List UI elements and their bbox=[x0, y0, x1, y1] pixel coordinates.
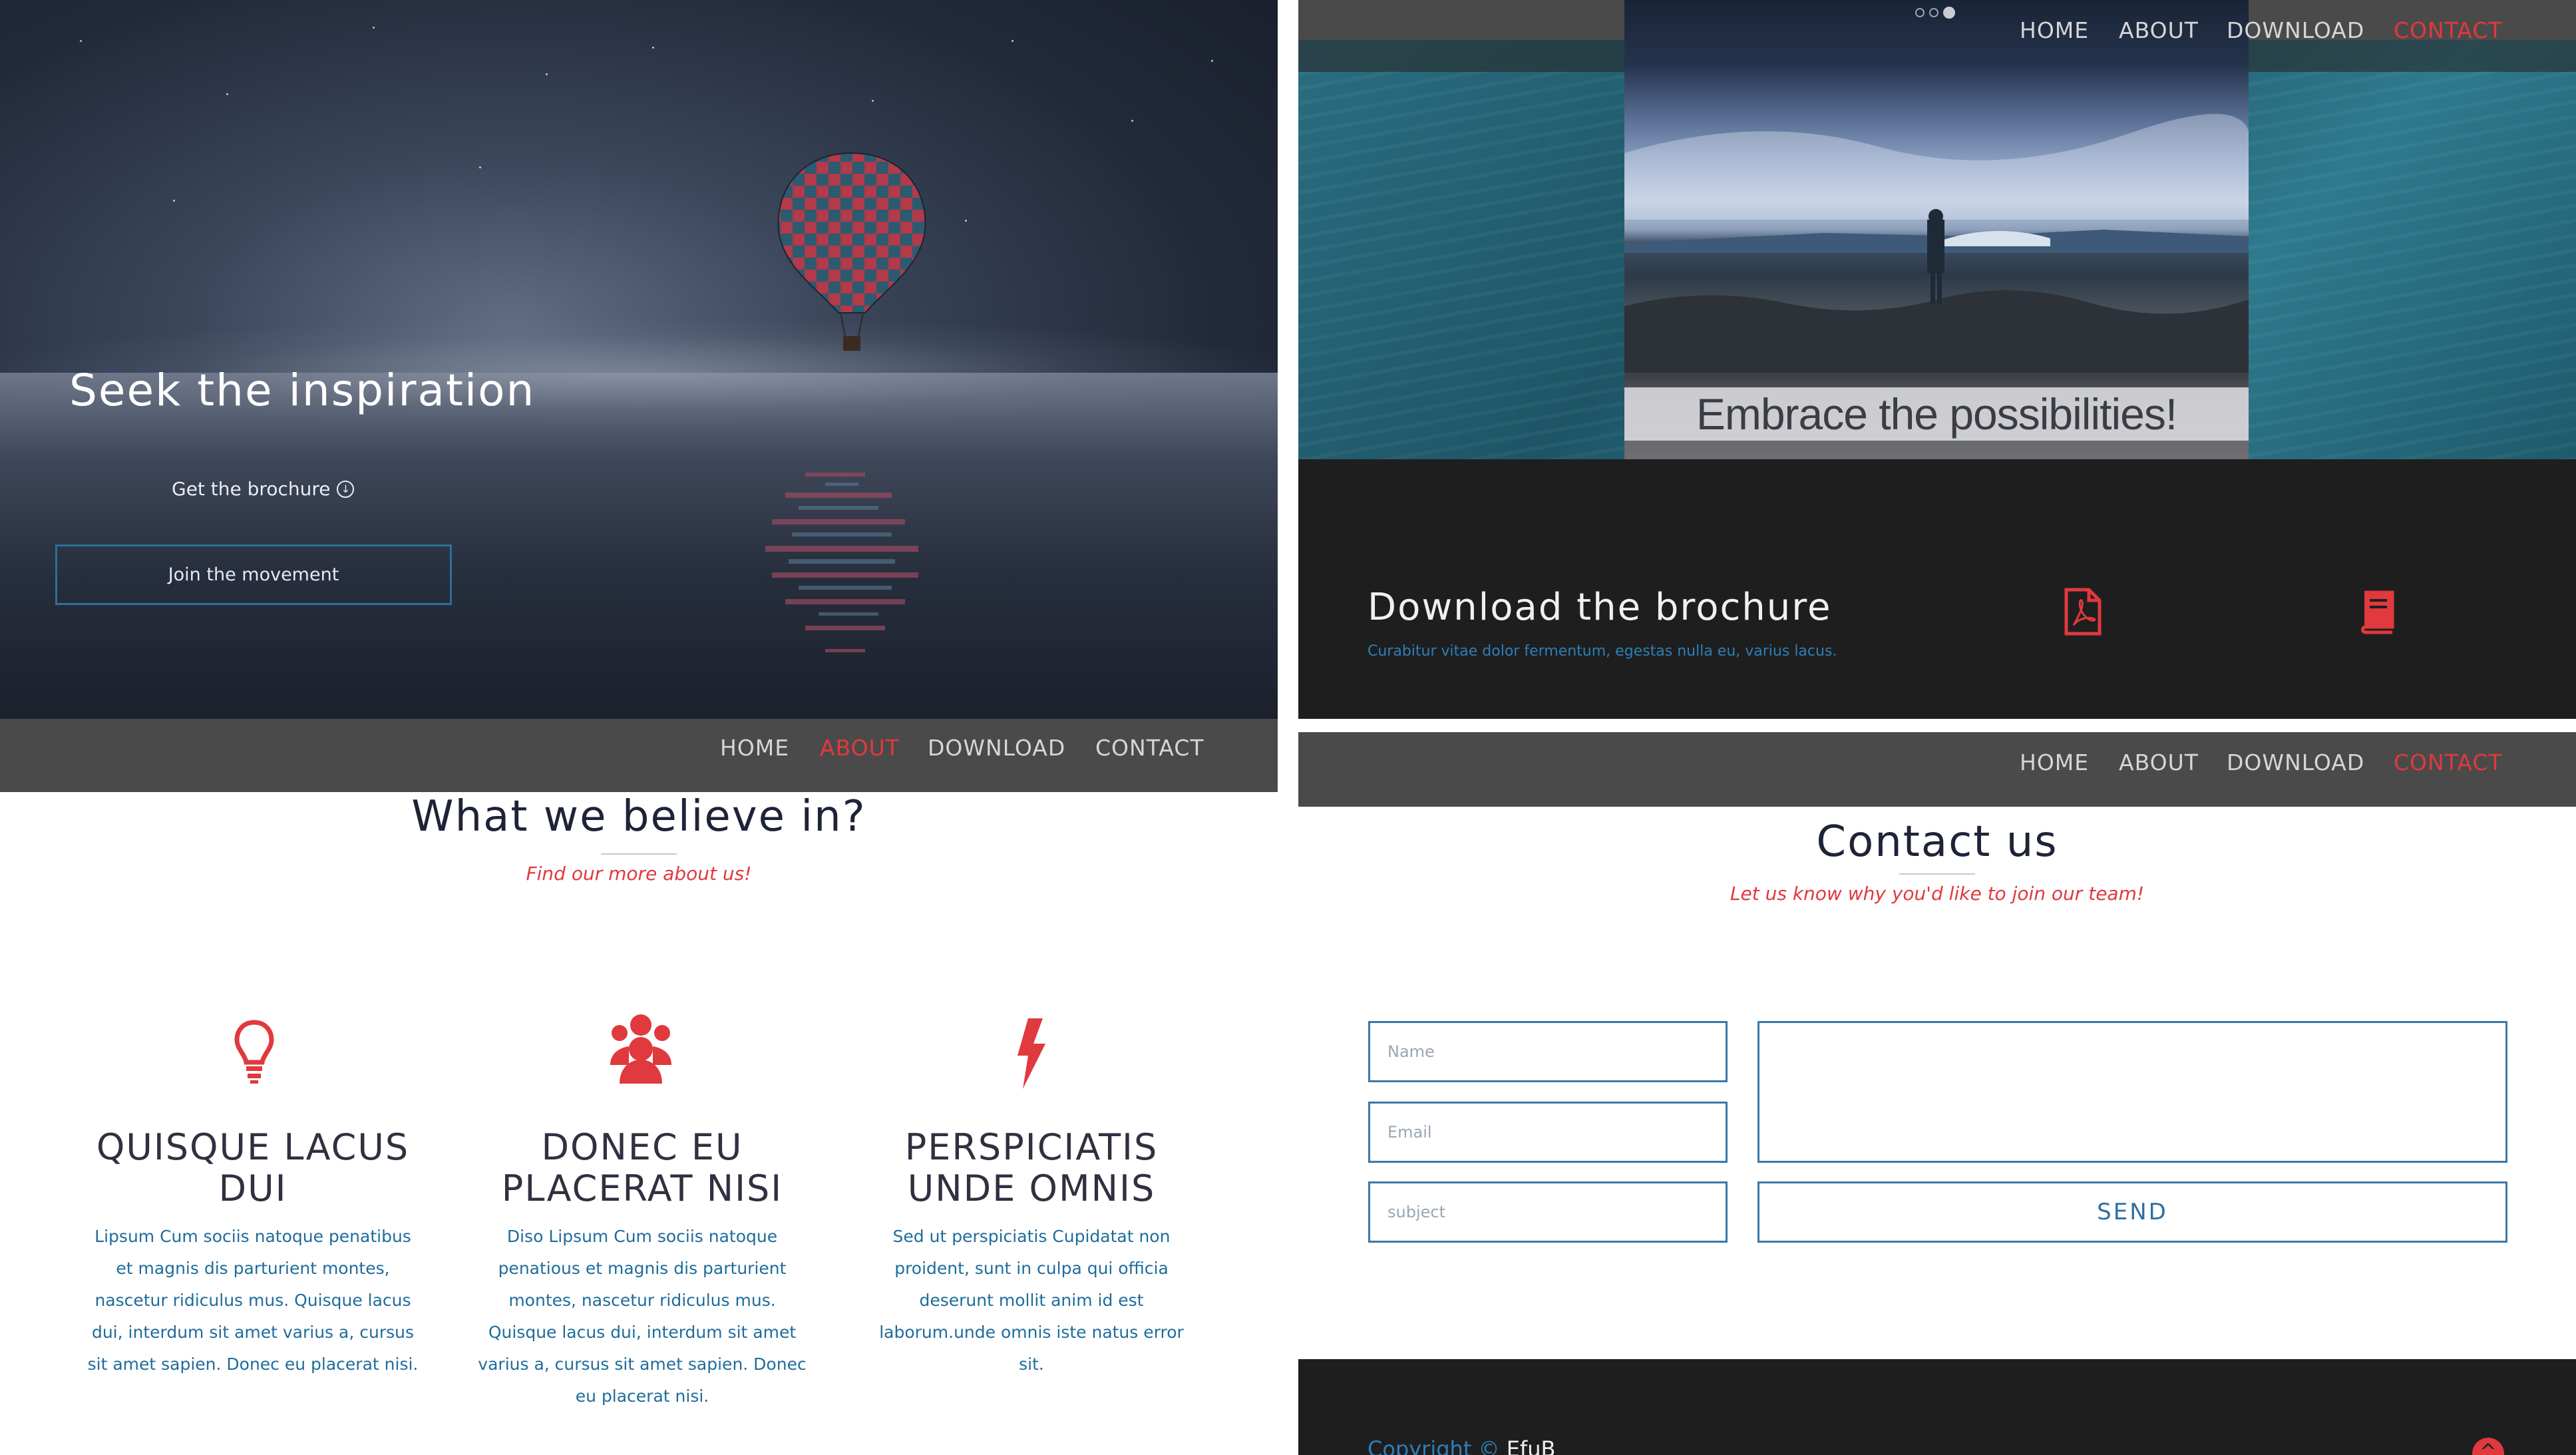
hot-air-balloon-image bbox=[777, 152, 926, 351]
name-input[interactable]: Name bbox=[1368, 1021, 1728, 1082]
copyright-brand[interactable]: EfuB bbox=[1507, 1436, 1556, 1455]
column-gap bbox=[1278, 0, 1298, 1455]
send-button[interactable]: SEND bbox=[1757, 1181, 2507, 1243]
footer-copyright: Copyright © EfuB bbox=[1368, 1436, 1555, 1455]
nav-home[interactable]: HOME bbox=[720, 735, 789, 761]
download-section: Download the brochure Curabitur vitae do… bbox=[1298, 459, 2576, 719]
about-subtitle: Find our more about us! bbox=[526, 863, 752, 885]
about-section: What we believe in? Find our more about … bbox=[0, 792, 1278, 1455]
nav-home-contact[interactable]: HOME bbox=[2020, 749, 2089, 775]
send-label: SEND bbox=[2097, 1199, 2168, 1225]
bolt-icon bbox=[1017, 1018, 1045, 1089]
download-subtitle: Curabitur vitae dolor fermentum, egestas… bbox=[1368, 643, 1837, 660]
slide-image: Embrace the possibilities! bbox=[1624, 0, 2249, 459]
contact-title-divider bbox=[1899, 873, 1975, 875]
nav-about[interactable]: ABOUT bbox=[820, 735, 900, 761]
gallery-section: Embrace the possibilities! HOME ABOUT DO… bbox=[1298, 0, 2576, 459]
contact-section: Contact us Let us know why you'd like to… bbox=[1298, 807, 2576, 1359]
subject-placeholder: subject bbox=[1387, 1203, 1445, 1221]
slider-dot-1[interactable] bbox=[1915, 8, 1925, 17]
pdf-icon[interactable] bbox=[2064, 587, 2102, 636]
brochure-link-label: Get the brochure bbox=[172, 478, 331, 500]
contact-subtitle: Let us know why you'd like to join our t… bbox=[1730, 883, 2145, 905]
nav-bar-contact: HOME ABOUT DOWNLOAD CONTACT bbox=[1298, 732, 2576, 807]
nav-contact-top[interactable]: CONTACT bbox=[2394, 17, 2503, 43]
download-circle-icon: ↓ bbox=[337, 480, 355, 498]
feature-2-text: Diso Lipsum Cum sociis natoque penatious… bbox=[478, 1227, 807, 1406]
copyright-label: Copyright © bbox=[1368, 1436, 1500, 1455]
feature-2-title: DONEC EU PLACERAT NISI bbox=[501, 1126, 783, 1209]
email-input[interactable]: Email bbox=[1368, 1102, 1728, 1163]
nav-download-top[interactable]: DOWNLOAD bbox=[2227, 17, 2364, 43]
download-title: Download the brochure bbox=[1368, 586, 1832, 629]
slider-dot-2[interactable] bbox=[1929, 8, 1938, 17]
footer: Copyright © EfuB ^ bbox=[1298, 1359, 2576, 1455]
slide-caption-box: Embrace the possibilities! bbox=[1624, 387, 2249, 441]
about-title-divider bbox=[601, 853, 677, 855]
contact-title: Contact us bbox=[1816, 817, 2058, 867]
feature-1-title: QUISQUE LACUS DUI bbox=[96, 1126, 410, 1209]
name-placeholder: Name bbox=[1387, 1042, 1435, 1061]
message-textarea[interactable] bbox=[1757, 1021, 2507, 1163]
slider-dot-3[interactable] bbox=[1943, 7, 1955, 19]
email-placeholder: Email bbox=[1387, 1123, 1432, 1142]
slide-caption: Embrace the possibilities! bbox=[1696, 389, 2177, 439]
nav-download-contact[interactable]: DOWNLOAD bbox=[2227, 749, 2364, 775]
hero-title: Seek the inspiration bbox=[69, 365, 536, 416]
nav-contact[interactable]: CONTACT bbox=[1095, 735, 1204, 761]
hero-section: Seek the inspiration Get the brochure ↓ … bbox=[0, 0, 1278, 719]
row-gap bbox=[1298, 719, 2576, 732]
balloon-reflection bbox=[765, 473, 918, 652]
nav-download[interactable]: DOWNLOAD bbox=[928, 735, 1065, 761]
book-icon[interactable] bbox=[2358, 590, 2395, 635]
feature-1-text: Lipsum Cum sociis natoque penatibus et m… bbox=[87, 1227, 419, 1374]
nav-bar-about: HOME ABOUT DOWNLOAD CONTACT bbox=[0, 719, 1278, 792]
feature-3-title: PERSPICIATIS UNDE OMNIS bbox=[904, 1126, 1159, 1209]
about-title: What we believe in? bbox=[411, 792, 866, 841]
join-movement-button[interactable]: Join the movement bbox=[55, 544, 452, 605]
join-movement-label: Join the movement bbox=[168, 564, 339, 585]
feature-3-text: Sed ut perspiciatis Cupidatat non proide… bbox=[879, 1227, 1184, 1374]
nav-home-top[interactable]: HOME bbox=[2020, 17, 2089, 43]
nav-about-contact[interactable]: ABOUT bbox=[2119, 749, 2199, 775]
nav-about-top[interactable]: ABOUT bbox=[2119, 17, 2199, 43]
users-icon bbox=[610, 1014, 671, 1084]
nav-contact-contact[interactable]: CONTACT bbox=[2394, 749, 2503, 775]
brochure-link[interactable]: Get the brochure ↓ bbox=[172, 478, 355, 500]
lightbulb-icon bbox=[234, 1020, 274, 1084]
back-to-top-icon[interactable]: ^ bbox=[2472, 1438, 2504, 1455]
subject-input[interactable]: subject bbox=[1368, 1181, 1728, 1243]
